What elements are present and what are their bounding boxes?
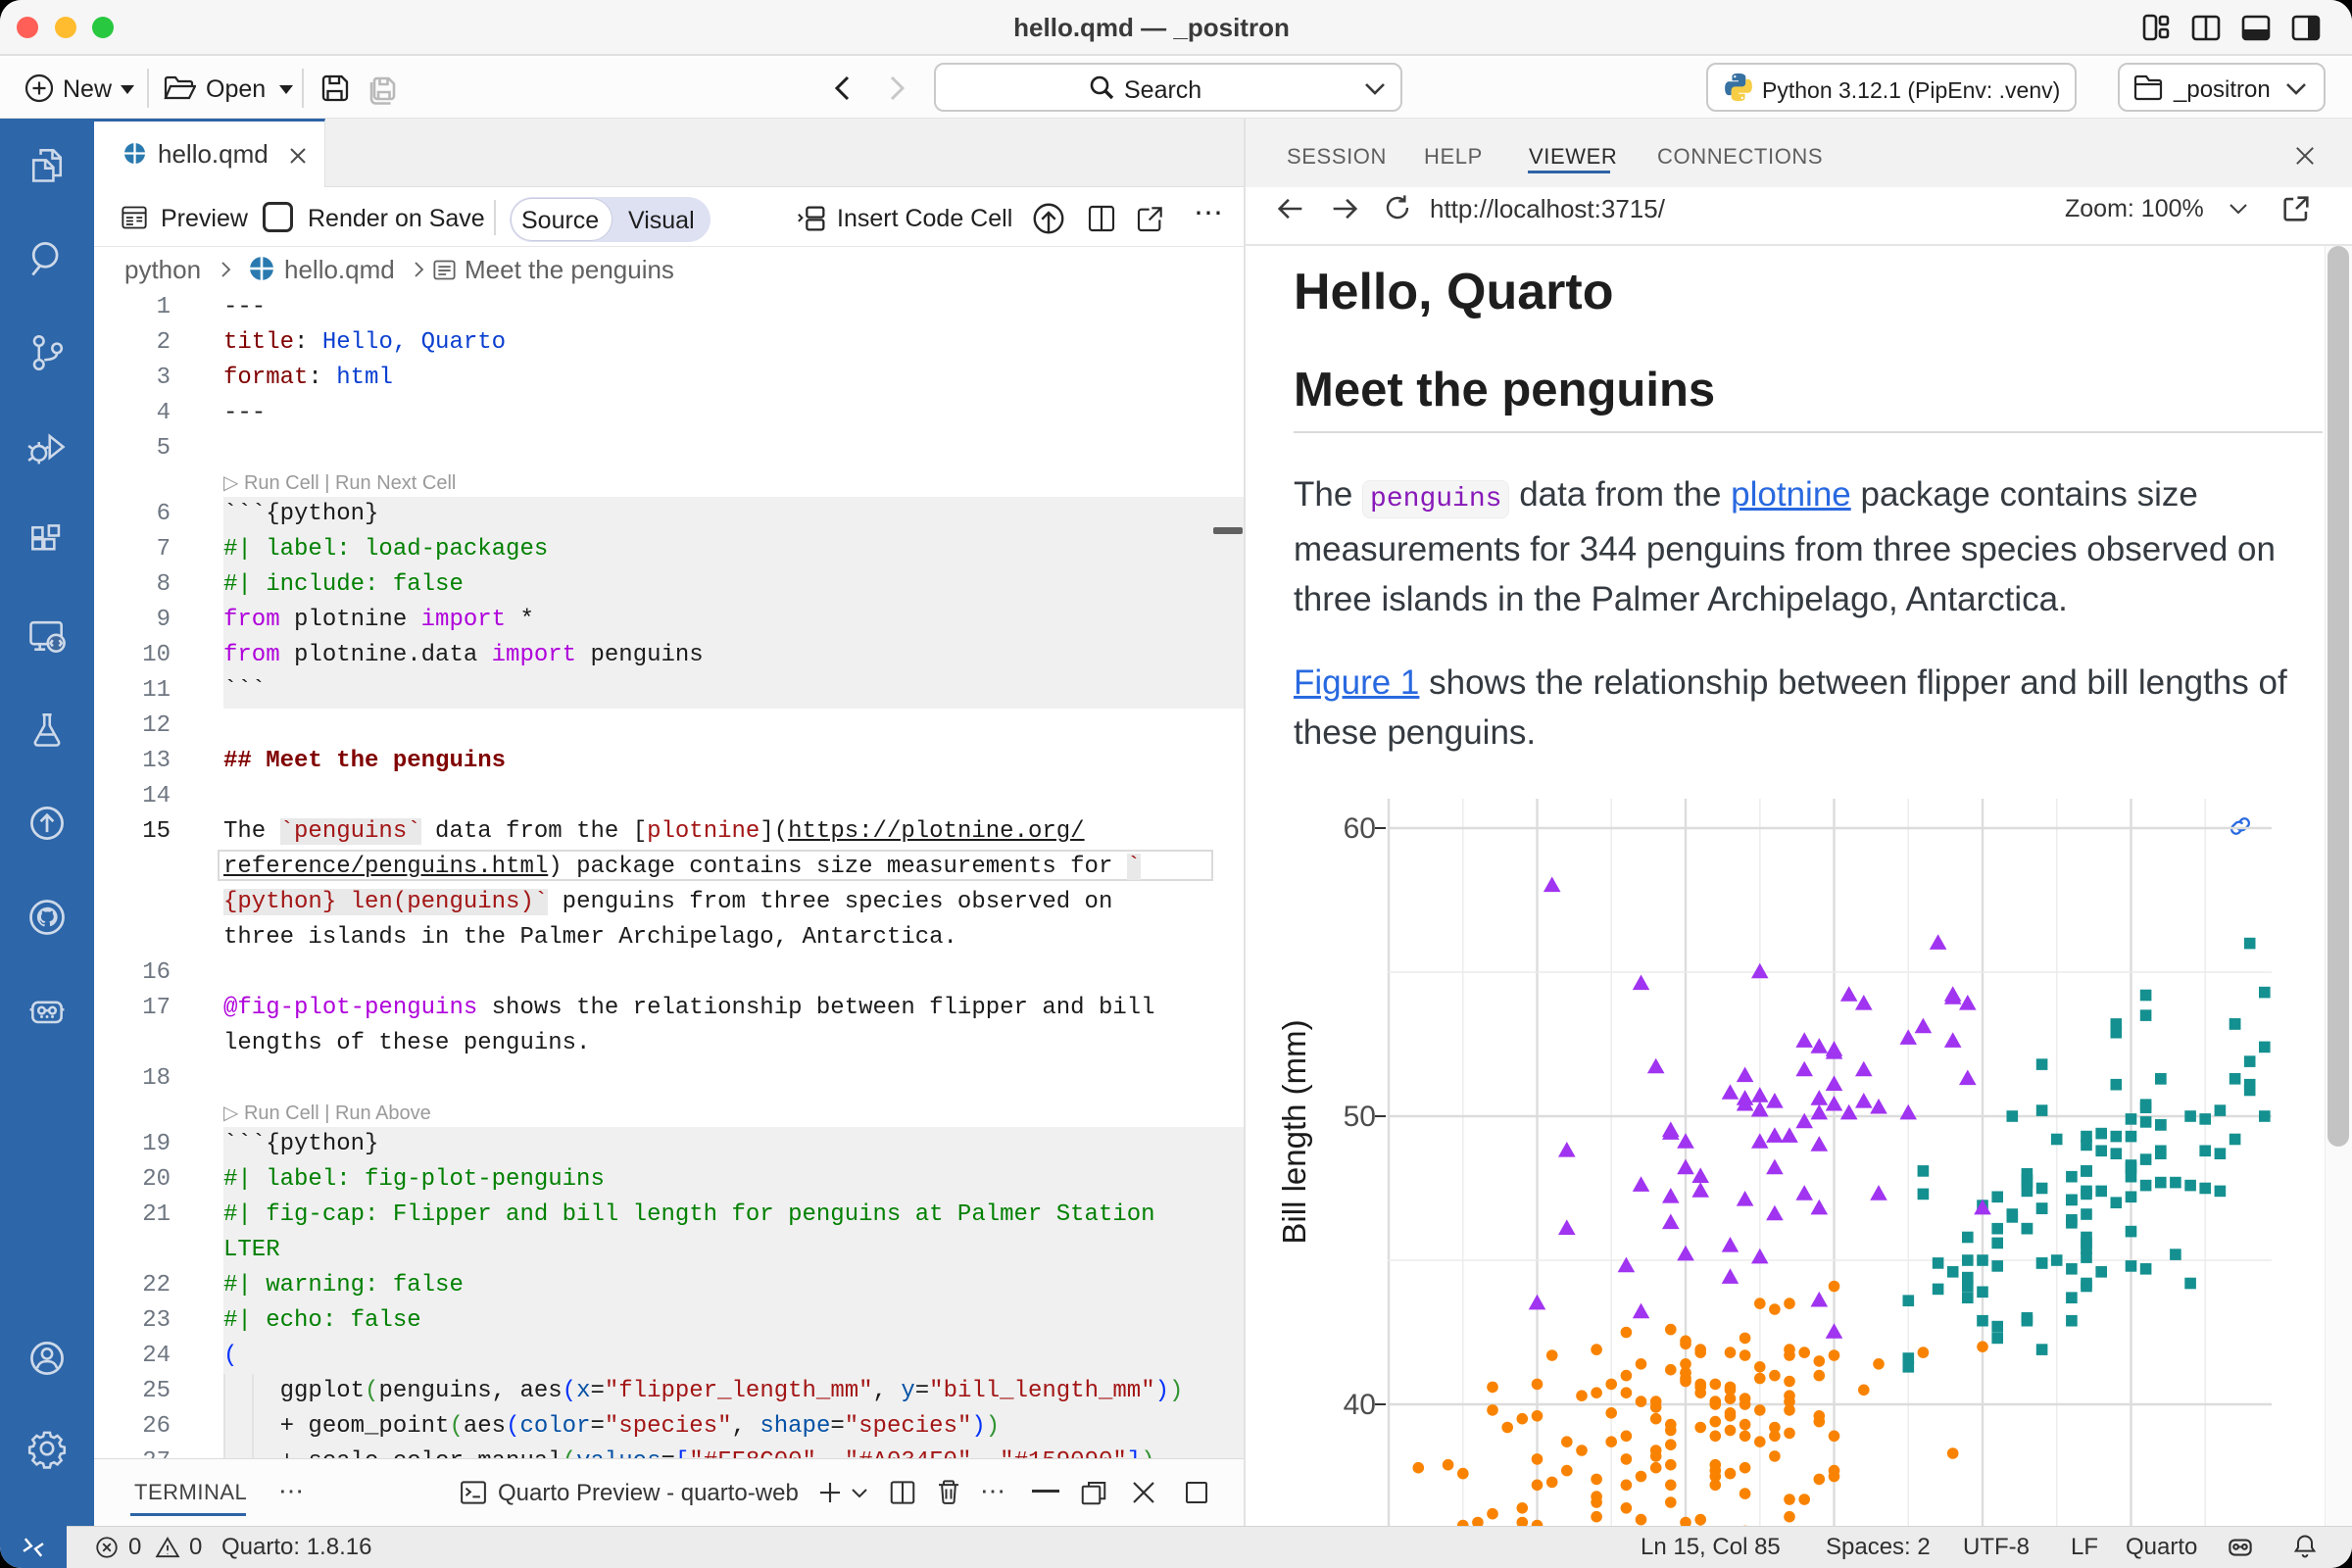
- svg-text:60: 60: [1344, 812, 1376, 845]
- svg-text:50: 50: [1344, 1101, 1376, 1133]
- svg-text:40: 40: [1344, 1389, 1376, 1421]
- svg-text:Bill length (mm): Bill length (mm): [1276, 1019, 1312, 1244]
